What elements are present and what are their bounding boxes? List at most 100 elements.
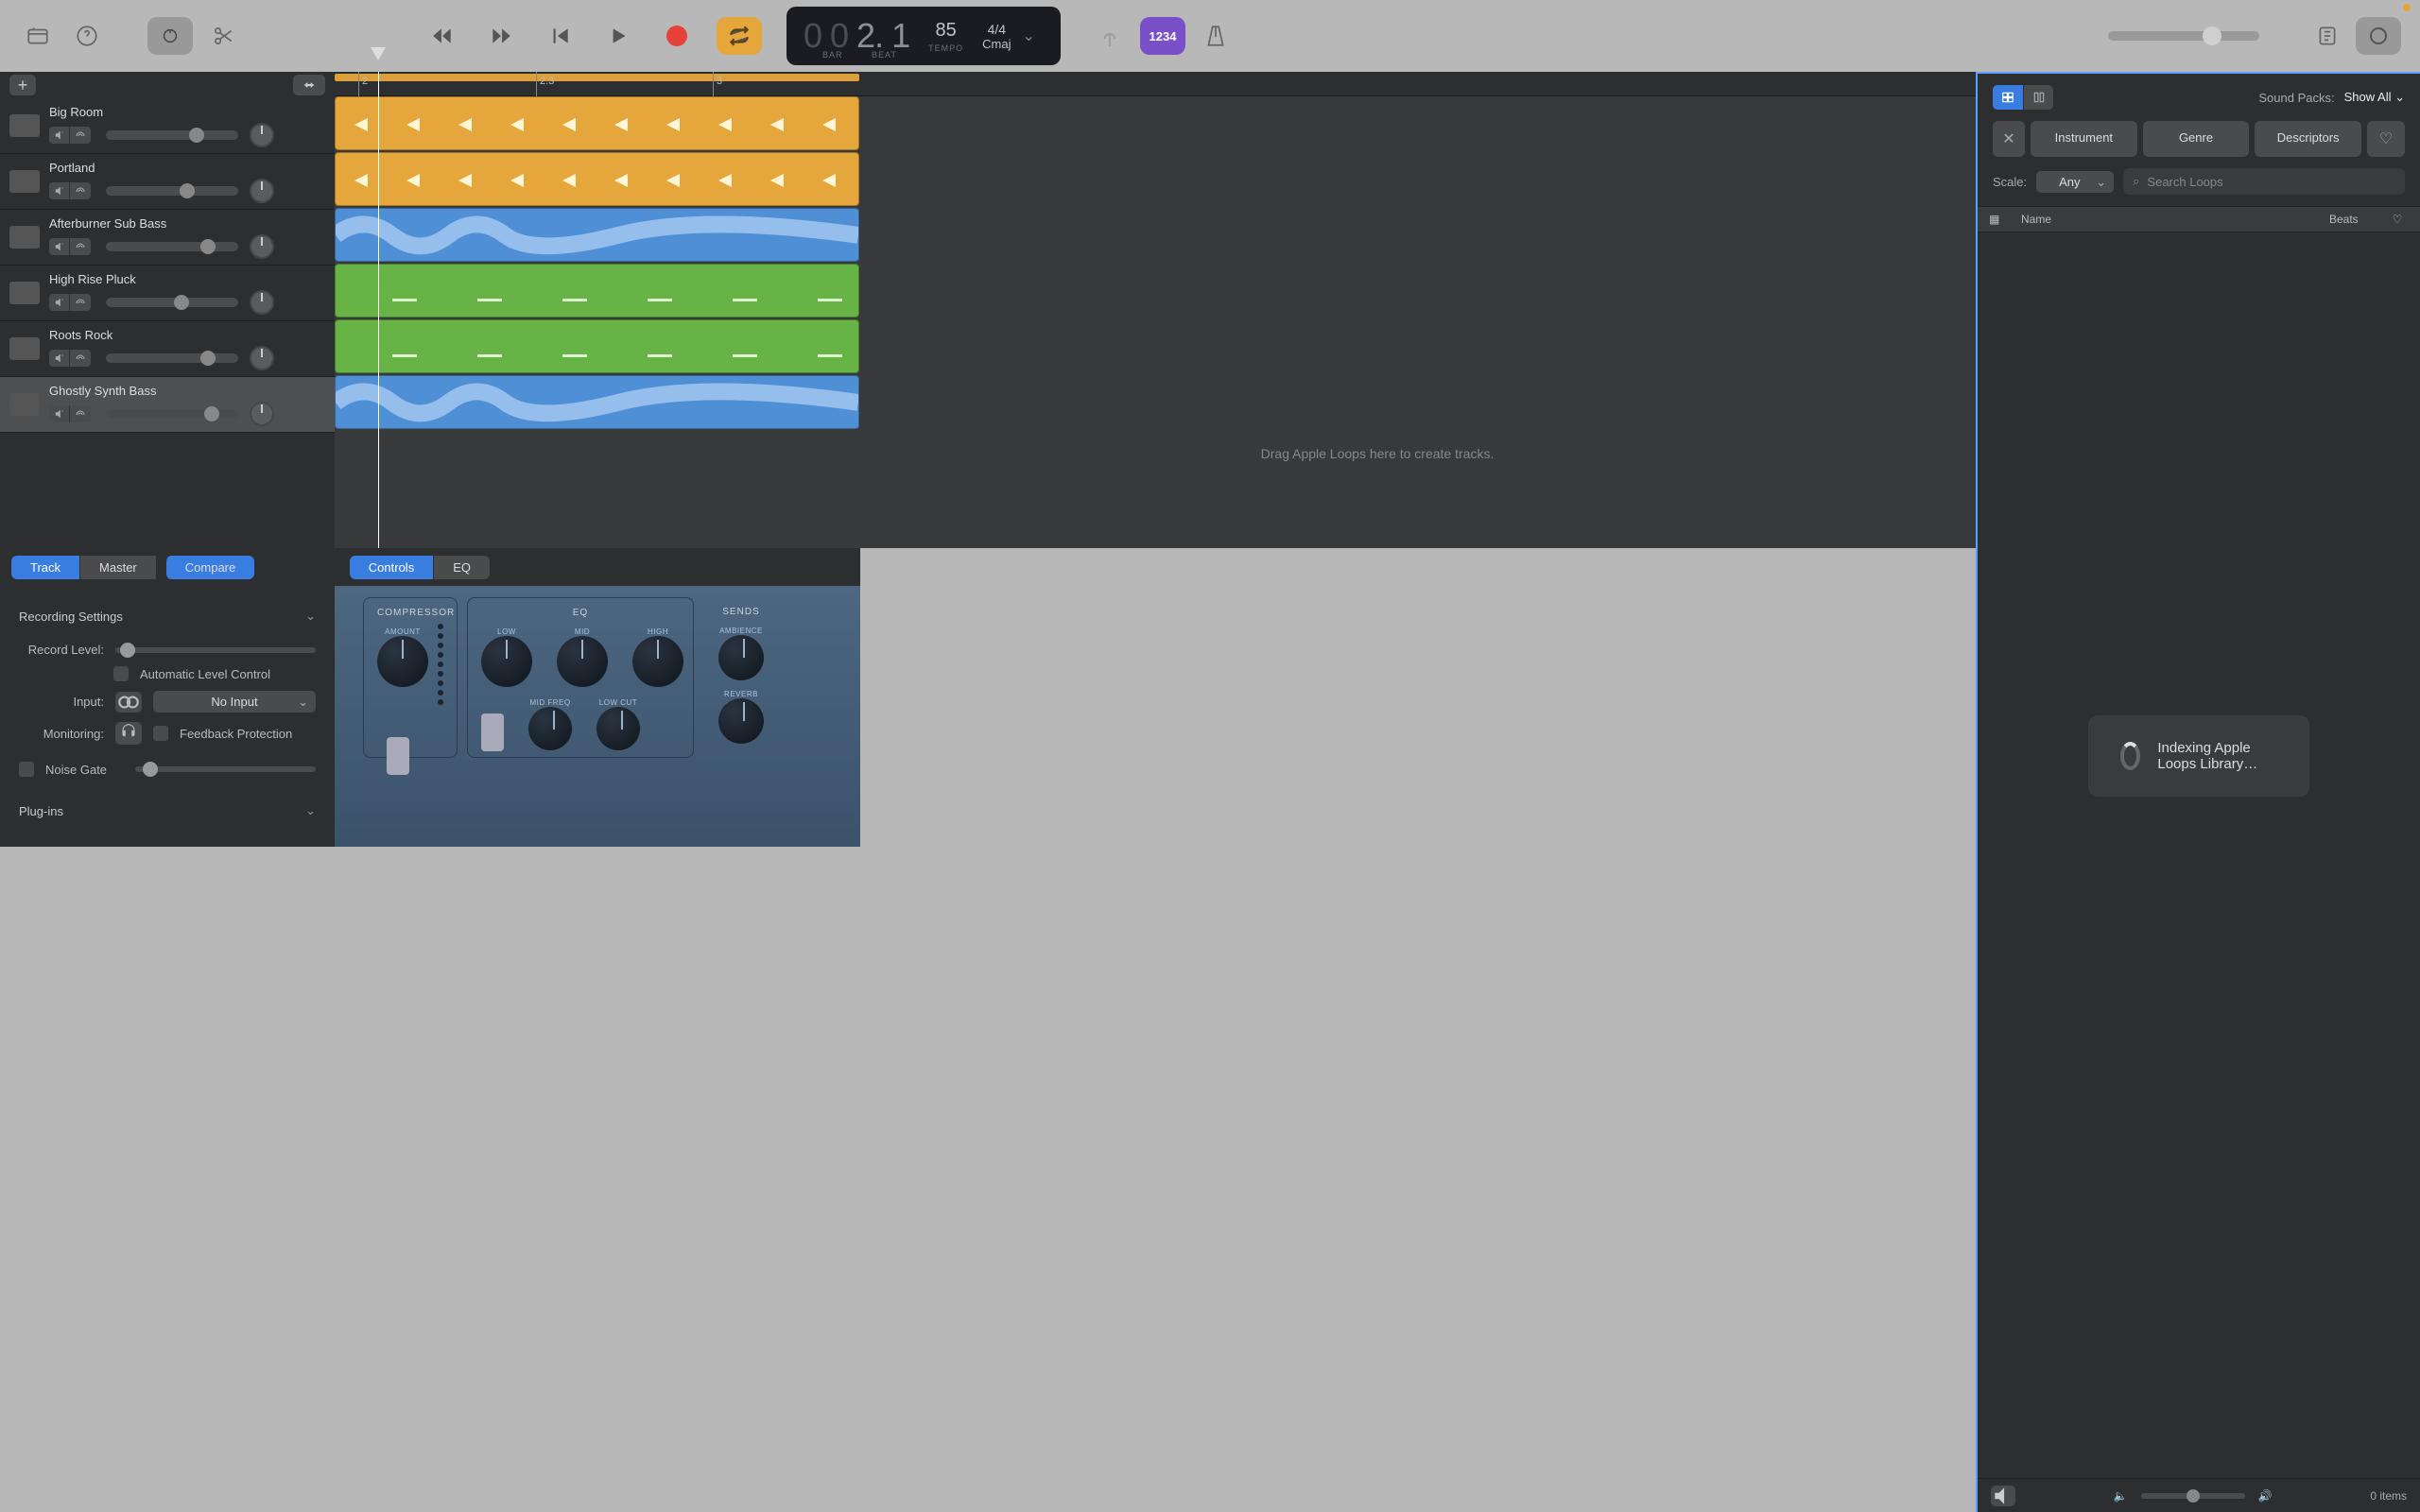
- go-to-start-button[interactable]: [541, 17, 579, 55]
- region[interactable]: [335, 152, 859, 206]
- plugins-header[interactable]: Plug-ins⌄: [19, 794, 316, 828]
- compressor-jack[interactable]: [387, 737, 409, 775]
- region[interactable]: [335, 375, 859, 429]
- feedback-checkbox[interactable]: [153, 726, 168, 741]
- scissors-button[interactable]: [204, 17, 242, 55]
- play-button[interactable]: [599, 17, 637, 55]
- scale-select[interactable]: Any: [2036, 171, 2114, 193]
- favorites-button[interactable]: ♡: [2367, 121, 2405, 157]
- track-pan-knob[interactable]: [250, 402, 274, 426]
- track-row[interactable]: Portland: [0, 154, 335, 210]
- loop-type-column-icon[interactable]: ▦: [1989, 213, 2012, 226]
- column-favorite-icon[interactable]: ♡: [2386, 213, 2409, 226]
- track-instrument-icon[interactable]: [9, 226, 40, 249]
- noise-gate-checkbox[interactable]: [19, 762, 34, 777]
- mute-button[interactable]: [49, 182, 70, 199]
- input-format-button[interactable]: [115, 692, 142, 713]
- tab-compare[interactable]: Compare: [165, 556, 254, 579]
- tab-controls[interactable]: Controls: [350, 556, 433, 579]
- track-instrument-icon[interactable]: [9, 337, 40, 360]
- filter-descriptors[interactable]: Descriptors: [2255, 121, 2361, 157]
- tuner-button[interactable]: [1091, 17, 1129, 55]
- count-in-button[interactable]: 1234: [1140, 17, 1185, 55]
- preview-button[interactable]: [1991, 1486, 2015, 1506]
- input-select[interactable]: No Input: [153, 691, 316, 713]
- auto-level-checkbox[interactable]: [113, 666, 129, 681]
- track-volume-slider[interactable]: [106, 130, 238, 140]
- track-pan-knob[interactable]: [250, 234, 274, 259]
- add-track-button[interactable]: +: [9, 75, 36, 95]
- solo-button[interactable]: [70, 127, 91, 144]
- track-volume-slider[interactable]: [106, 409, 238, 419]
- filter-instrument[interactable]: Instrument: [2031, 121, 2137, 157]
- track-volume-slider[interactable]: [106, 298, 238, 307]
- region[interactable]: [335, 319, 859, 373]
- record-button[interactable]: [658, 17, 696, 55]
- library-button[interactable]: [19, 17, 57, 55]
- region[interactable]: [335, 96, 859, 150]
- rewind-button[interactable]: [424, 17, 461, 55]
- region[interactable]: [335, 264, 859, 318]
- playhead[interactable]: [378, 72, 379, 548]
- track-instrument-icon[interactable]: [9, 282, 40, 304]
- solo-button[interactable]: [70, 182, 91, 199]
- track-row[interactable]: Roots Rock: [0, 321, 335, 377]
- solo-button[interactable]: [70, 405, 91, 422]
- column-name[interactable]: Name: [2012, 213, 2329, 226]
- track-pan-knob[interactable]: [250, 123, 274, 147]
- track-row[interactable]: Big Room: [0, 98, 335, 154]
- sends-reverb-knob[interactable]: [718, 698, 764, 744]
- mute-button[interactable]: [49, 294, 70, 311]
- eq-mid-knob[interactable]: [557, 636, 608, 687]
- solo-button[interactable]: [70, 238, 91, 255]
- mute-button[interactable]: [49, 238, 70, 255]
- loop-browser-button[interactable]: [2356, 17, 2401, 55]
- track-volume-slider[interactable]: [106, 186, 238, 196]
- region[interactable]: [335, 208, 859, 262]
- notepad-button[interactable]: [2308, 17, 2346, 55]
- solo-button[interactable]: [70, 350, 91, 367]
- track-volume-slider[interactable]: [106, 353, 238, 363]
- loop-list[interactable]: Indexing Apple Loops Library…: [1978, 232, 2420, 1478]
- track-row[interactable]: Ghostly Synth Bass: [0, 377, 335, 433]
- mute-button[interactable]: [49, 350, 70, 367]
- sends-ambience-knob[interactable]: [718, 635, 764, 680]
- cycle-button[interactable]: [717, 17, 762, 55]
- preview-volume-slider[interactable]: [2141, 1493, 2245, 1499]
- tab-master[interactable]: Master: [79, 556, 156, 579]
- track-pan-knob[interactable]: [250, 346, 274, 370]
- sound-packs-select[interactable]: Show All ⌄: [2344, 90, 2405, 105]
- track-instrument-icon[interactable]: [9, 170, 40, 193]
- noise-gate-slider[interactable]: [135, 766, 316, 772]
- compressor-amount-knob[interactable]: [377, 636, 428, 687]
- track-row[interactable]: High Rise Pluck: [0, 266, 335, 321]
- search-loops-input[interactable]: ⌕ Search Loops: [2123, 168, 2405, 195]
- column-beats[interactable]: Beats: [2329, 213, 2386, 226]
- clear-filters-button[interactable]: ✕: [1993, 121, 2025, 157]
- smart-controls-button[interactable]: [147, 17, 193, 55]
- mute-button[interactable]: [49, 405, 70, 422]
- quick-help-button[interactable]: [68, 17, 106, 55]
- track-pan-knob[interactable]: [250, 290, 274, 315]
- record-level-slider[interactable]: [115, 647, 316, 653]
- eq-jack[interactable]: [481, 713, 504, 751]
- track-instrument-icon[interactable]: [9, 393, 40, 416]
- lcd-menu-arrow[interactable]: ⌄: [1022, 26, 1034, 45]
- track-pan-knob[interactable]: [250, 179, 274, 203]
- catch-playhead-button[interactable]: [293, 75, 325, 95]
- eq-midfreq-knob[interactable]: [528, 707, 572, 750]
- mute-button[interactable]: [49, 127, 70, 144]
- recording-settings-header[interactable]: Recording Settings⌄: [19, 599, 316, 633]
- loop-view-button-2[interactable]: [2023, 85, 2053, 110]
- monitoring-button[interactable]: [115, 722, 142, 745]
- solo-button[interactable]: [70, 294, 91, 311]
- master-volume-slider[interactable]: [2108, 31, 2259, 41]
- track-instrument-icon[interactable]: [9, 114, 40, 137]
- metronome-button[interactable]: [1197, 17, 1235, 55]
- eq-high-knob[interactable]: [632, 636, 683, 687]
- forward-button[interactable]: [482, 17, 520, 55]
- tab-eq[interactable]: EQ: [433, 556, 490, 579]
- track-row[interactable]: Afterburner Sub Bass: [0, 210, 335, 266]
- eq-low-knob[interactable]: [481, 636, 532, 687]
- filter-genre[interactable]: Genre: [2143, 121, 2250, 157]
